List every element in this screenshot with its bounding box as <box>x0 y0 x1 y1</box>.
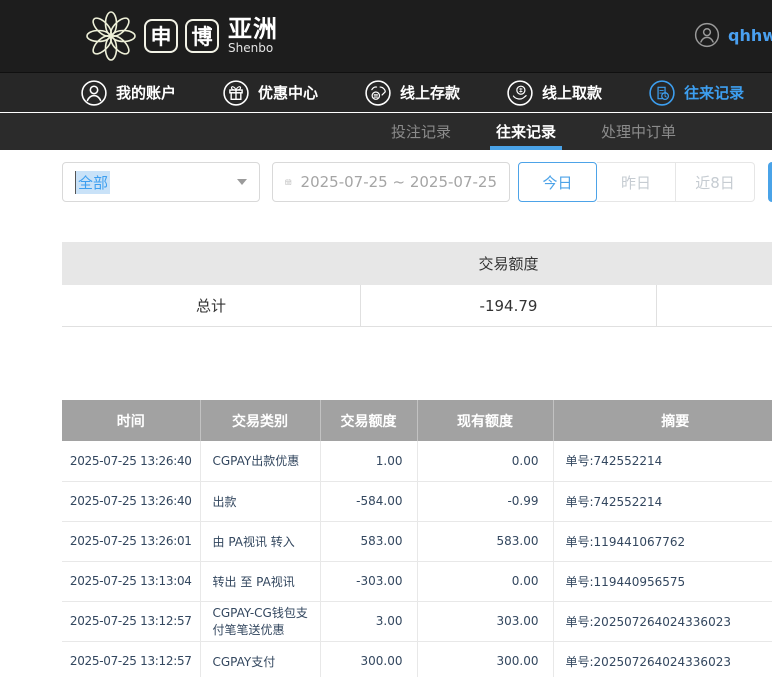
cell-time: 2025-07-25 13:26:40 <box>62 481 201 522</box>
cell-type: CGPAY-CG钱包支付笔笔送优惠 <box>200 601 321 642</box>
logo-char-box: 博 <box>185 19 219 53</box>
quick-range-today-button[interactable]: 今日 <box>518 162 597 202</box>
cell-balance: 0.00 <box>417 561 554 602</box>
cell-time: 2025-07-25 13:12:57 <box>62 641 201 677</box>
cell-balance: -0.99 <box>417 481 554 522</box>
withdraw-icon <box>506 79 534 107</box>
column-header-3: 现有额度 <box>417 400 554 441</box>
column-header-1: 交易类别 <box>200 400 321 441</box>
column-header-0: 时间 <box>62 400 201 441</box>
nav-item-label: 线上取款 <box>542 84 603 102</box>
username[interactable]: qhhw <box>728 26 772 45</box>
tab-label: 往来记录 <box>496 123 557 141</box>
summary-amount-header: 交易额度 <box>478 255 539 273</box>
site-logo[interactable]: 申 博 亚洲 Shenbo <box>85 10 278 62</box>
cell-type: 转出 至 PA视讯 <box>200 561 321 602</box>
cell-summary: 单号:202507264024336023 <box>553 641 772 677</box>
cell-summary: 单号:742552214 <box>553 441 772 482</box>
cell-balance: 0.00 <box>417 441 554 482</box>
summary-total-label: 总计 <box>195 297 226 315</box>
quick-range-last-8-days-button[interactable]: 近8日 <box>676 162 755 202</box>
search-button[interactable] <box>768 162 772 202</box>
nav-item-withdraw[interactable]: 线上取款 <box>506 79 602 107</box>
records-icon <box>648 79 676 107</box>
cell-time: 2025-07-25 13:13:04 <box>62 561 201 602</box>
records-table: 时间 交易类别 交易额度 现有额度 摘要 2025-07-25 13:26:40 CGPA… <box>62 400 772 677</box>
nav-item-deposit[interactable]: 线上存款 <box>364 79 460 107</box>
tab-transaction-records[interactable]: 往来记录 <box>490 113 563 150</box>
cell-type: 出款 <box>200 481 321 522</box>
nav-item-label: 优惠中心 <box>258 84 319 102</box>
chevron-down-icon <box>237 179 247 185</box>
nav-item-records[interactable]: 往来记录 <box>648 79 744 107</box>
records-table-header: 时间 交易类别 交易额度 现有额度 摘要 <box>62 400 772 441</box>
summary-total-row: 总计 -194.79 <box>62 285 772 327</box>
summary-total-value: -194.79 <box>360 285 657 326</box>
calendar-icon <box>285 179 292 185</box>
main-nav: 我的账户 优惠中心 线上存款 线上取款 往来记录 <box>0 72 772 112</box>
nav-item-label: 我的账户 <box>116 84 177 102</box>
cell-balance: 300.00 <box>417 641 554 677</box>
quick-range-yesterday-button[interactable]: 昨日 <box>597 162 676 202</box>
cell-amount: 583.00 <box>320 521 418 562</box>
tab-betting-records[interactable]: 投注记录 <box>385 113 457 150</box>
quick-range-buttons: 今日 昨日 近8日 <box>518 162 755 202</box>
tab-processing-orders[interactable]: 处理中订单 <box>595 113 682 150</box>
cell-type: 由 PA视讯 转入 <box>200 521 321 562</box>
table-row: 2025-07-25 13:26:40 CGPAY出款优惠 1.00 0.00 单号:7… <box>62 441 772 482</box>
table-row: 2025-07-25 13:12:57 CGPAY-CG钱包支付笔笔送优惠 3.00… <box>62 601 772 642</box>
date-range-value: 2025-07-25 ~ 2025-07-25 <box>300 173 497 191</box>
select-value: 全部 <box>75 170 111 194</box>
cell-amount: -303.00 <box>320 561 418 602</box>
table-row: 2025-07-25 13:26:01 由 PA视讯 转入 583.00 583.00… <box>62 521 772 562</box>
gift-icon <box>222 79 250 107</box>
logo-char-box: 申 <box>144 19 178 53</box>
cell-balance: 583.00 <box>417 521 554 562</box>
cell-time: 2025-07-25 13:12:57 <box>62 601 201 642</box>
summary-table: 交易额度 总计 -194.79 <box>62 242 772 327</box>
user-icon <box>80 79 108 107</box>
user-avatar-icon <box>694 22 720 48</box>
cell-summary: 单号:119440956575 <box>553 561 772 602</box>
logo-en: Shenbo <box>228 41 274 56</box>
deposit-icon <box>364 79 392 107</box>
tab-label: 投注记录 <box>391 123 452 141</box>
cell-time: 2025-07-25 13:26:01 <box>62 521 201 562</box>
column-header-4: 摘要 <box>553 400 772 441</box>
active-tab-underline <box>490 146 563 150</box>
cell-type: CGPAY支付 <box>200 641 321 677</box>
user-account[interactable]: qhhw <box>694 22 772 48</box>
table-row: 2025-07-25 13:26:40 出款 -584.00 -0.99 单号:7425… <box>62 481 772 522</box>
cell-balance: 303.00 <box>417 601 554 642</box>
summary-header-row: 交易额度 <box>62 242 772 285</box>
nav-item-account[interactable]: 我的账户 <box>80 79 176 107</box>
date-range-input[interactable]: 2025-07-25 ~ 2025-07-25 <box>272 162 510 202</box>
nav-item-promo[interactable]: 优惠中心 <box>222 79 318 107</box>
tab-label: 处理中订单 <box>601 123 677 141</box>
logo-suffix: 亚洲 <box>228 15 278 44</box>
flower-logo-icon <box>86 11 136 61</box>
cell-amount: 300.00 <box>320 641 418 677</box>
table-row: 2025-07-25 13:12:57 CGPAY支付 300.00 300.00 单号… <box>62 641 772 677</box>
cell-amount: 3.00 <box>320 601 418 642</box>
cell-summary: 单号:742552214 <box>553 481 772 522</box>
nav-item-label: 往来记录 <box>684 84 745 102</box>
cell-amount: -584.00 <box>320 481 418 522</box>
cell-amount: 1.00 <box>320 441 418 482</box>
transaction-type-select[interactable]: 全部 <box>62 162 260 202</box>
table-row: 2025-07-25 13:13:04 转出 至 PA视讯 -303.00 0.00 单… <box>62 561 772 602</box>
column-header-2: 交易额度 <box>320 400 418 441</box>
cell-summary: 单号:119441067762 <box>553 521 772 562</box>
cell-time: 2025-07-25 13:26:40 <box>62 441 201 482</box>
summary-empty-cell <box>657 285 772 326</box>
sub-nav: 投注记录 往来记录 处理中订单 <box>0 113 772 150</box>
top-header: 申 博 亚洲 Shenbo qhhw <box>0 0 772 72</box>
nav-item-label: 线上存款 <box>400 84 461 102</box>
cell-summary: 单号:202507264024336023 <box>553 601 772 642</box>
cell-type: CGPAY出款优惠 <box>200 441 321 482</box>
page: 申 博 亚洲 Shenbo qhhw 我的账户 优惠中心 线上存款 线上取款 往来记录 … <box>0 0 772 677</box>
